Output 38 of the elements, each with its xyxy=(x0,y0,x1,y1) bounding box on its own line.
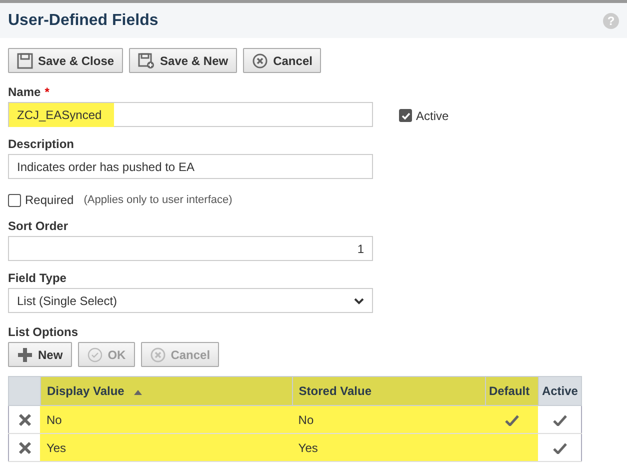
delete-x-icon[interactable] xyxy=(18,413,32,428)
column-header[interactable]: Active xyxy=(538,376,582,406)
checkbox[interactable] xyxy=(8,194,21,206)
section-label: List Options xyxy=(8,324,79,341)
checkbox[interactable] xyxy=(399,109,412,122)
field-label: Field Type xyxy=(8,270,68,287)
column-header[interactable]: Default xyxy=(485,376,538,406)
field-label: Description xyxy=(8,136,76,153)
sort-ascending-icon xyxy=(134,388,142,395)
table-cell: No xyxy=(40,406,292,434)
checkbox-label: Required xyxy=(25,192,74,209)
delete-x-icon[interactable] xyxy=(18,441,32,456)
sort-order-input-field[interactable]: 1 xyxy=(8,236,373,261)
list-button[interactable]: New xyxy=(8,342,72,367)
field-label: Sort Order xyxy=(8,218,70,235)
table-cell: Yes xyxy=(40,434,292,462)
field-label: Name xyxy=(8,84,41,101)
hint-text: (Applies only to user interface) xyxy=(84,192,232,208)
page-title: User-Defined Fields xyxy=(8,10,158,30)
toolbar-button[interactable]: Save & New xyxy=(129,48,238,73)
required-mark: * xyxy=(44,84,50,101)
description-input-field[interactable]: Indicates order has pushed to EA xyxy=(8,154,373,179)
checkbox-label: Active xyxy=(416,108,449,124)
check-circle-icon xyxy=(86,346,103,362)
column-header[interactable]: Display Value xyxy=(40,376,292,406)
caret-icon xyxy=(354,296,364,304)
highlighted-value: ZCJ_EASynced xyxy=(9,102,114,126)
name-input-field[interactable]: ZCJ_EASynced xyxy=(8,102,373,127)
floppy-disk-plus-icon xyxy=(138,52,156,68)
column-header[interactable]: Stored Value xyxy=(292,376,486,406)
plus-icon xyxy=(17,346,33,362)
cancel-circle-icon xyxy=(252,52,268,68)
toolbar-button[interactable]: Cancel xyxy=(243,48,322,73)
cancel-circle-icon xyxy=(150,346,166,362)
table-cell: Yes xyxy=(292,434,486,462)
field-type-dropdown[interactable]: List (Single Select) xyxy=(8,288,373,313)
toolbar-button[interactable]: Save & Close xyxy=(8,48,124,73)
table-cell: No xyxy=(292,406,486,434)
